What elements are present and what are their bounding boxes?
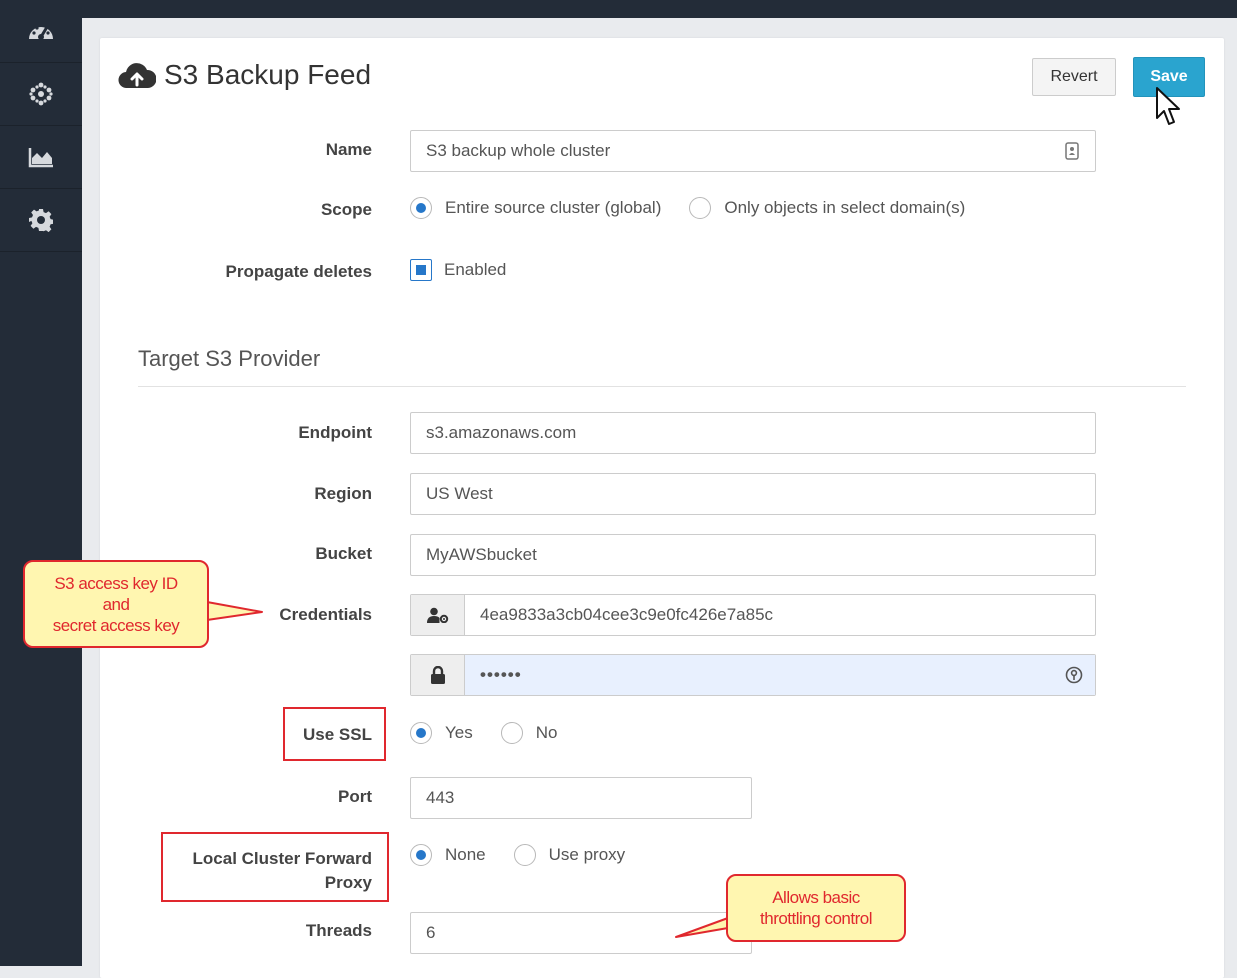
mouse-cursor-icon [1156,87,1180,125]
credentials-callout-line2: and [102,594,130,614]
credentials-callout-line3: secret access key [52,615,180,635]
threads-callout: Allows basic throttling control [726,874,906,942]
callout-pointers [206,601,729,938]
credentials-callout: S3 access key ID and secret access key [23,560,209,648]
threads-callout-line2: throttling control [760,909,872,928]
threads-callout-line1: Allows basic [772,888,860,907]
credentials-callout-line1: S3 access key ID [54,573,178,593]
